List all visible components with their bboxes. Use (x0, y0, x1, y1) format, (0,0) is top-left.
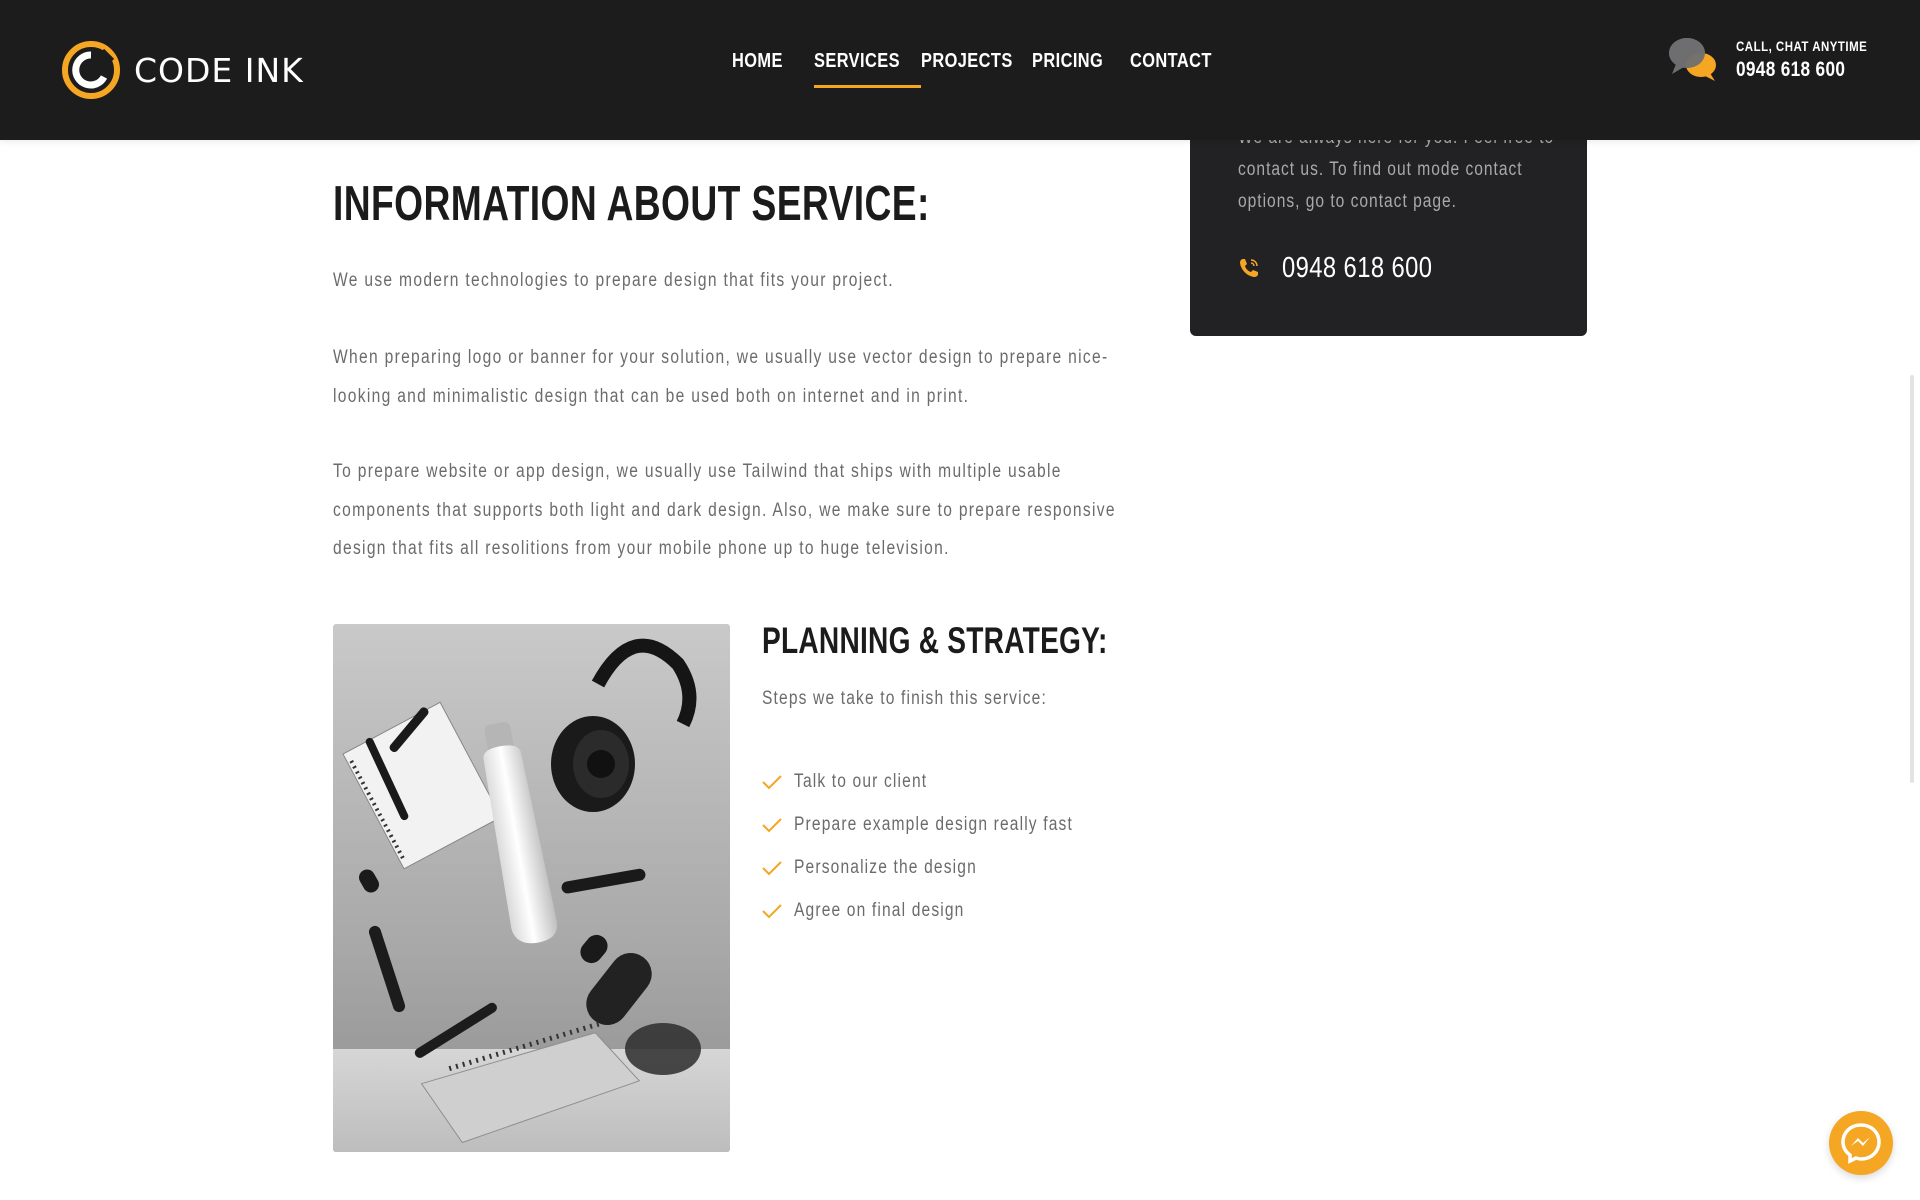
nav-projects[interactable]: PROJECTS (921, 46, 1032, 86)
logo[interactable]: CODE INK (62, 40, 304, 100)
nav-pricing[interactable]: PRICING (1032, 46, 1130, 86)
messenger-button[interactable] (1829, 1111, 1893, 1175)
messenger-icon (1841, 1123, 1881, 1164)
logo-icon (62, 41, 120, 99)
steps-list: Talk to our client Prepare example desig… (762, 760, 1134, 932)
step-item: Personalize the design (762, 846, 1134, 889)
planning-subtitle: Steps we take to finish this service: (762, 688, 1047, 709)
main-nav: HOME SERVICES PROJECTS PRICING CONTACT (732, 46, 1211, 88)
chat-bubbles-icon (1669, 38, 1716, 81)
page-title: INFORMATION ABOUT SERVICE: (333, 177, 930, 231)
logo-text: CODE INK (134, 50, 304, 90)
check-icon (762, 903, 782, 918)
step-item: Agree on final design (762, 889, 1134, 932)
check-icon (762, 817, 782, 832)
check-icon (762, 774, 782, 789)
nav-contact[interactable]: CONTACT (1130, 46, 1211, 86)
floating-stationery-photo (333, 624, 730, 1152)
call-label: CALL, CHAT ANYTIME (1736, 38, 1868, 54)
scrollbar[interactable] (1910, 375, 1914, 783)
contact-card-phone-number: 0948 618 600 (1282, 251, 1433, 284)
website-paragraph: To prepare website or app design, we usu… (333, 461, 1116, 559)
check-icon (762, 860, 782, 875)
step-item: Talk to our client (762, 760, 1134, 803)
planning-title: PLANNING & STRATEGY: (762, 620, 1108, 661)
intro-paragraph: We use modern technologies to prepare de… (333, 270, 894, 291)
step-item: Prepare example design really fast (762, 803, 1134, 846)
header-contact[interactable]: CALL, CHAT ANYTIME 0948 618 600 (1668, 36, 1908, 86)
nav-home[interactable]: HOME (732, 46, 814, 86)
logo-paragraph: When preparing logo or banner for your s… (333, 347, 1109, 407)
nav-services[interactable]: SERVICES (814, 46, 921, 88)
site-header: CODE INK HOME SERVICES PROJECTS PRICING … (0, 0, 1920, 140)
contact-card-phone[interactable]: 0948 618 600 (1238, 248, 1465, 288)
service-photo (333, 624, 730, 1152)
phone-icon (1240, 259, 1258, 277)
header-phone[interactable]: 0948 618 600 (1736, 58, 1869, 82)
